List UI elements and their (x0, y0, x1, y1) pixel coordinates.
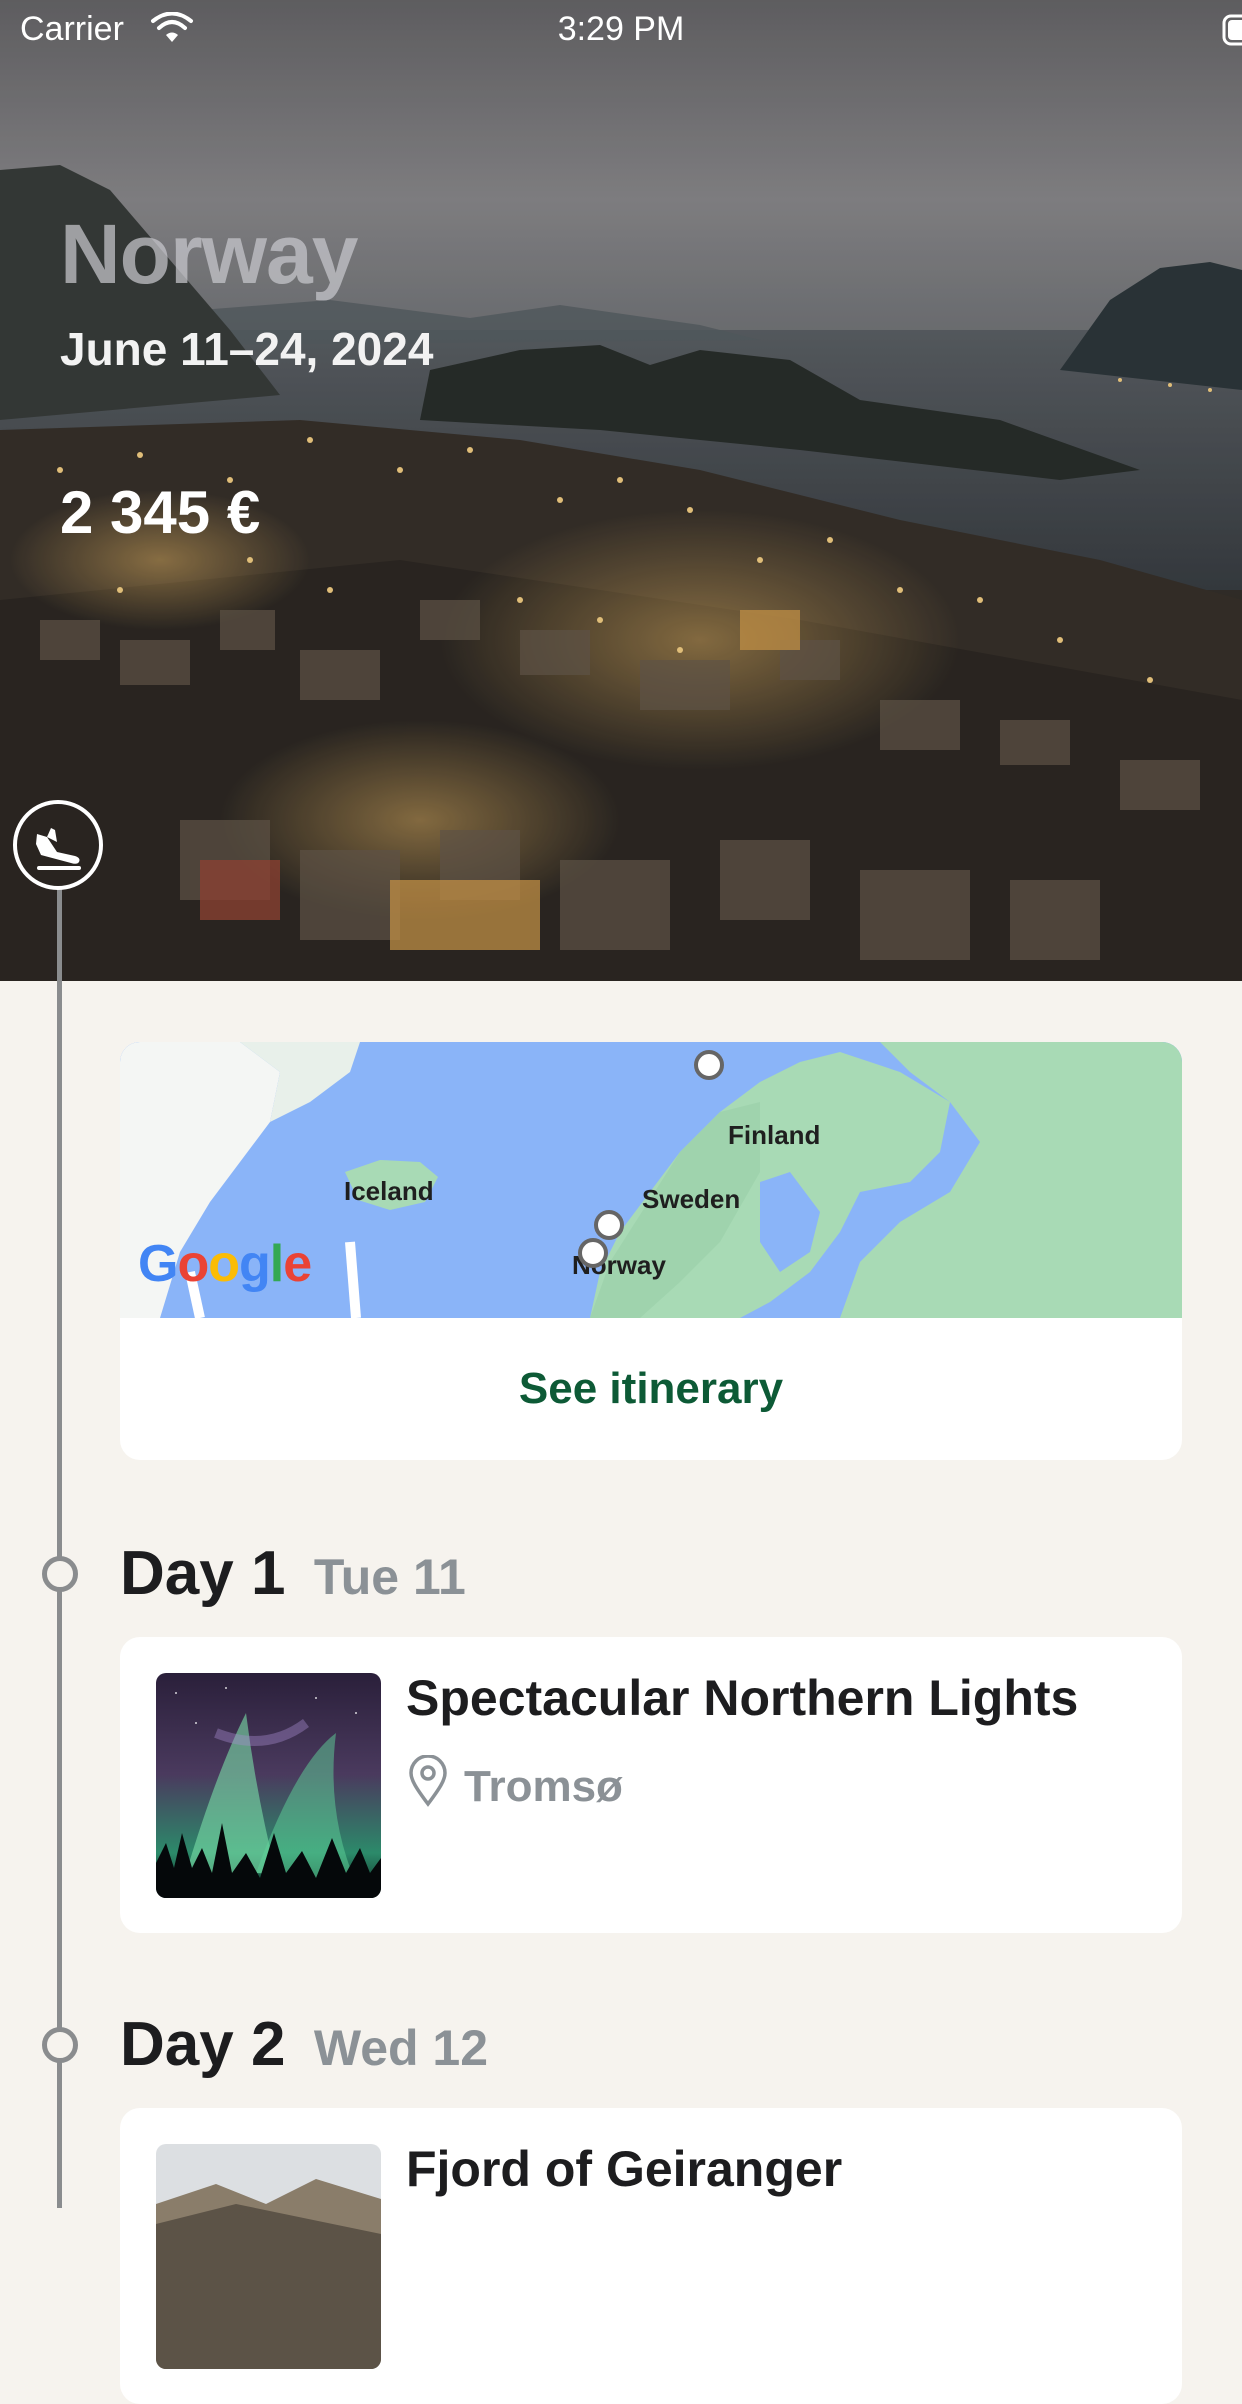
day-1-date: Tue 11 (313, 1549, 466, 1605)
trip-price: 2 345 € (60, 479, 261, 546)
timeline-dot-day-1 (42, 1556, 78, 1592)
timeline-line (57, 888, 62, 2208)
trip-dates: June 11–24, 2024 (60, 323, 434, 375)
activity-title: Spectacular Northern Lights (406, 1670, 1079, 1726)
day-1-header: Day 1 Tue 11 (120, 1538, 466, 1609)
activity-location-label: Tromsø (464, 1761, 623, 1811)
map-pin-nordkapp[interactable] (694, 1050, 724, 1080)
see-itinerary-button[interactable]: See itinerary (120, 1318, 1182, 1460)
trip-destination-title: Norway (60, 207, 358, 301)
activity-title: Fjord of Geiranger (406, 2141, 843, 2197)
day-1-title: Day 1 (120, 1539, 286, 1608)
activity-card-northern-lights[interactable]: Spectacular Northern Lights Tromsø (120, 1637, 1182, 1933)
status-bar: Carrier 3:29 PM (0, 0, 1242, 62)
airplane-landing-icon (13, 800, 103, 890)
day-2-date: Wed 12 (313, 2020, 489, 2076)
timeline-dot-day-2 (42, 2027, 78, 2063)
itinerary-map-card[interactable]: Finland Iceland Sweden Norway Google See… (120, 1042, 1182, 1460)
map-label-iceland: Iceland (344, 1176, 434, 1206)
map-pin-stop-2[interactable] (594, 1210, 624, 1240)
status-time: 3:29 PM (557, 10, 685, 48)
day-2-header: Day 2 Wed 12 (120, 2009, 488, 2080)
map-label-sweden: Sweden (642, 1184, 741, 1214)
activity-card-geiranger[interactable]: Fjord of Geiranger (120, 2108, 1182, 2404)
map-pin-icon (406, 1754, 450, 1818)
activity-thumbnail (156, 1673, 381, 1898)
activity-thumbnail (156, 2144, 381, 2369)
map-label-finland: Finland (728, 1120, 821, 1150)
map-pin-stop-3[interactable] (578, 1238, 608, 1268)
hero-image: Carrier 3:29 PM Norway June 11–24, 2024 … (0, 0, 1242, 981)
google-logo: Google (138, 1235, 312, 1293)
route-map[interactable]: Finland Iceland Sweden Norway Google (120, 1042, 1182, 1320)
activity-location: Tromsø (406, 1754, 623, 1818)
day-2-title: Day 2 (120, 2010, 286, 2079)
